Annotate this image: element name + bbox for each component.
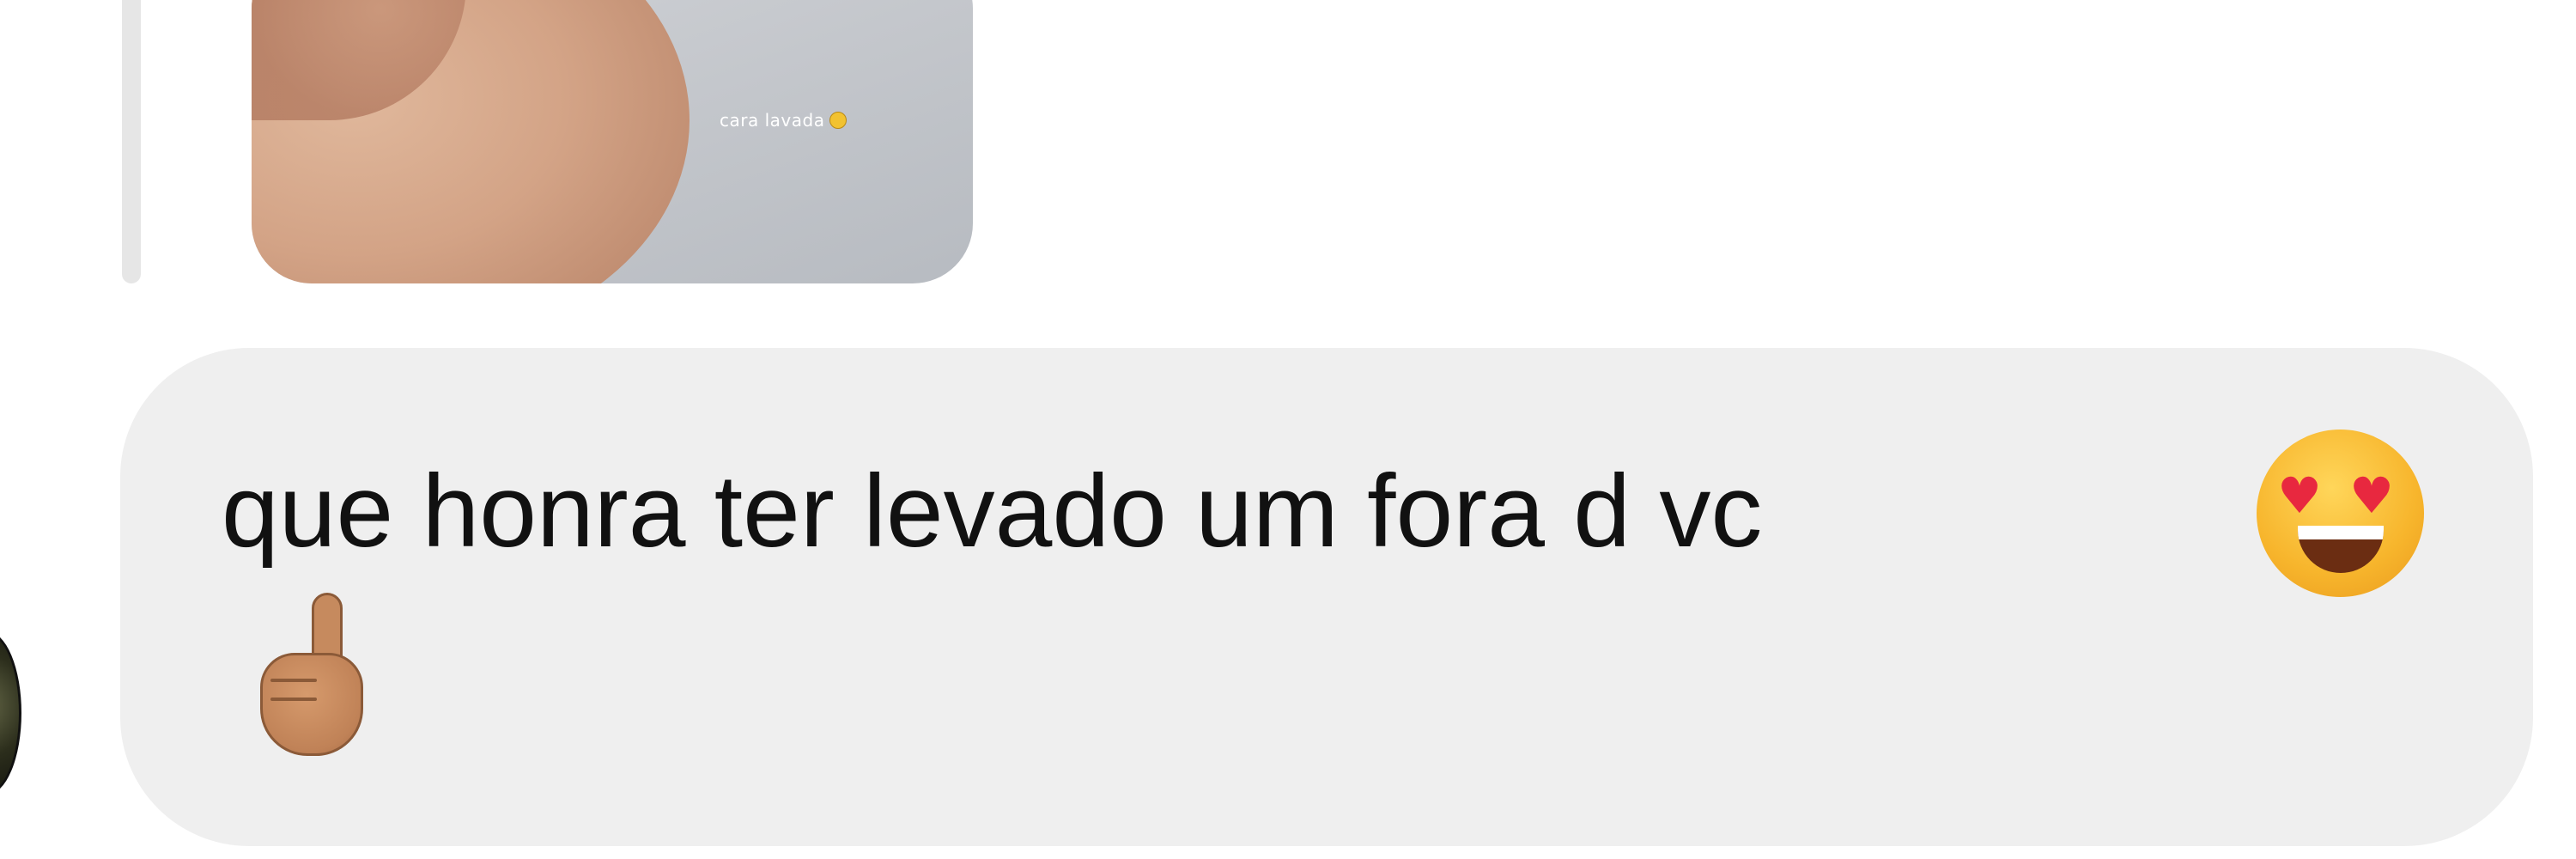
message-bubble[interactable]	[120, 348, 2533, 846]
heart-eye-right-icon: ♥	[2349, 466, 2394, 525]
pointing-knuckles	[270, 679, 317, 682]
heart-eye-left-icon: ♥	[2277, 466, 2322, 525]
emoji-teeth	[2298, 526, 2384, 539]
story-caption-text: cara lavada	[720, 110, 825, 131]
story-reply-preview[interactable]: cara lavada	[252, 0, 973, 283]
chat-thread: cara lavada que honra ter levado um fora…	[0, 0, 2576, 859]
sender-avatar[interactable]	[0, 631, 21, 795]
emoji-mouth	[2298, 526, 2384, 573]
message-text: que honra ter levado um fora d vc	[222, 454, 1763, 569]
smiling-face-with-heart-eyes-icon: ♥ ♥	[2257, 430, 2424, 597]
pointing-fist	[260, 653, 363, 756]
story-caption: cara lavada	[720, 110, 848, 131]
cowboy-face-icon	[829, 112, 848, 129]
reply-indicator-bar	[122, 0, 141, 283]
pointing-up-icon	[253, 593, 374, 765]
